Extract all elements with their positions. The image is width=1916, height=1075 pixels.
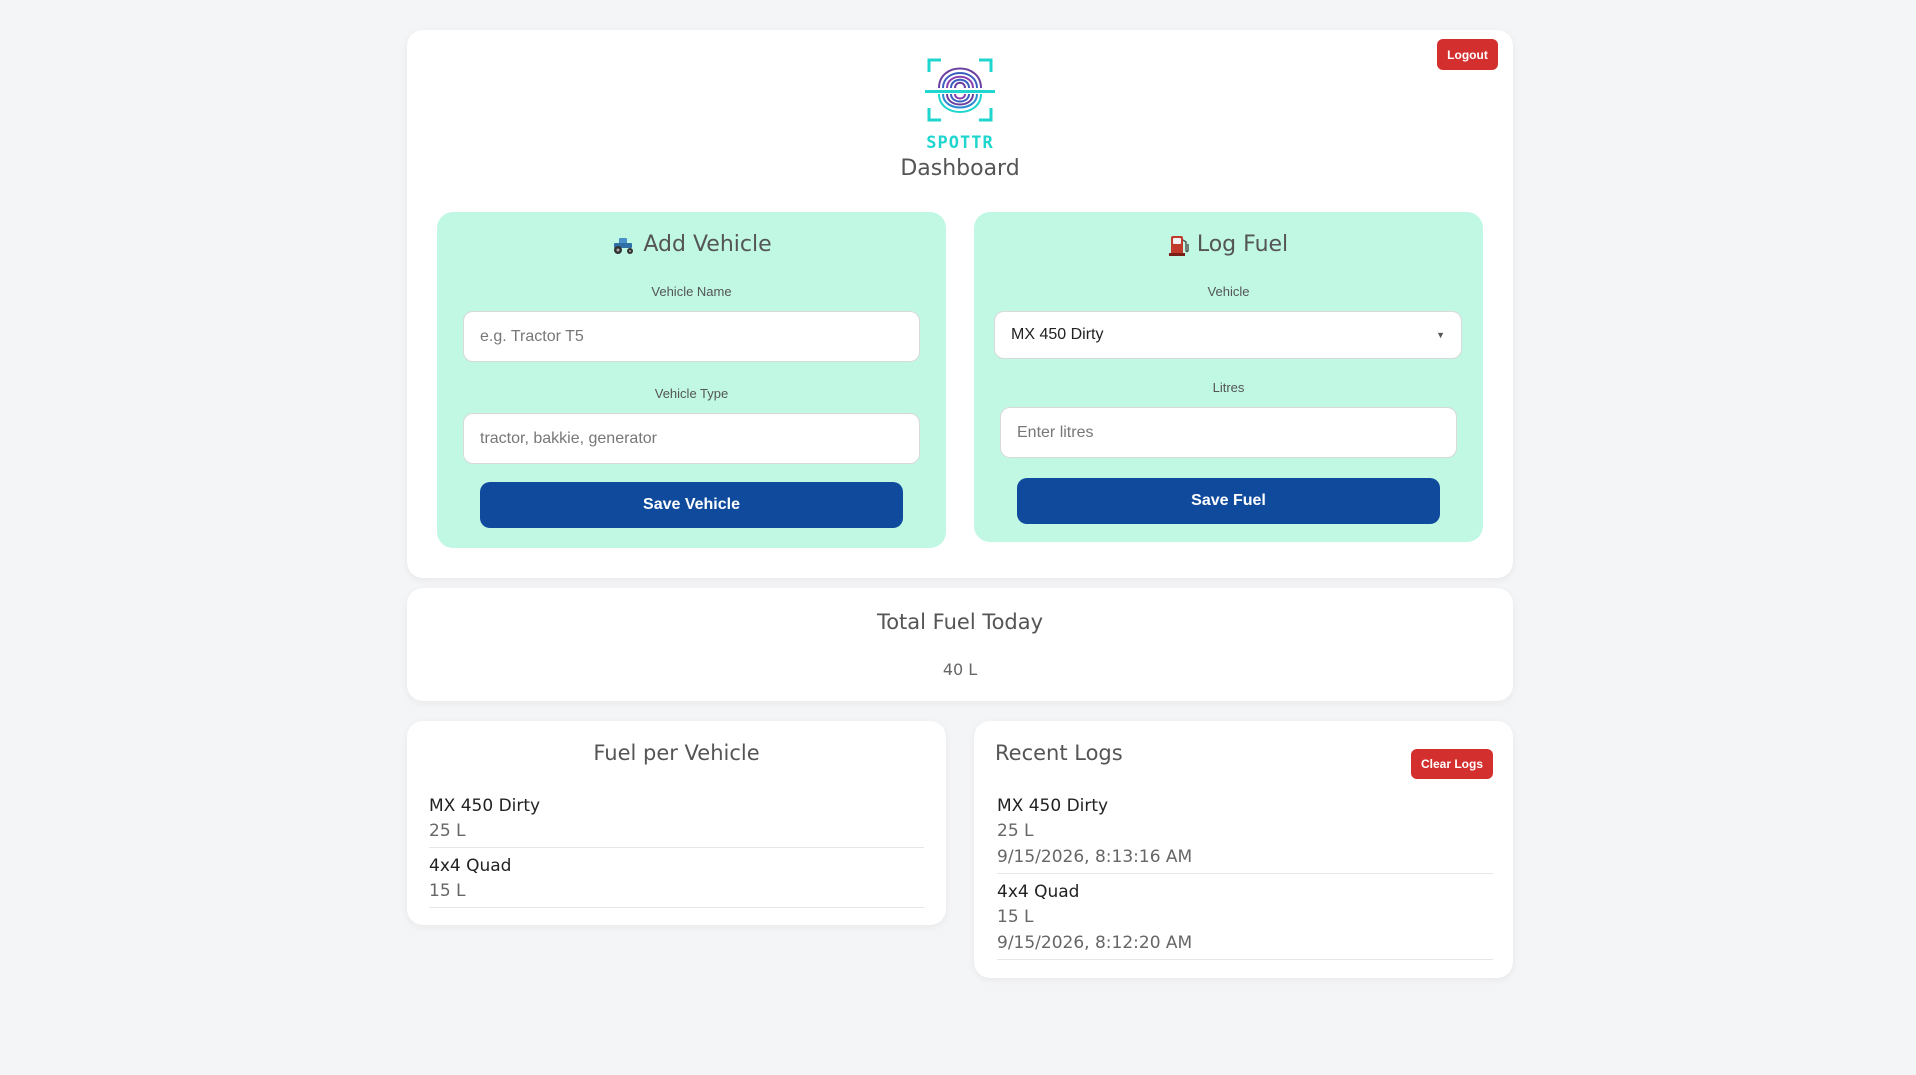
vehicle-name: 4x4 Quad [429,856,512,876]
vehicle-name-input[interactable] [463,311,920,362]
recent-logs-title: Recent Logs [995,741,1123,765]
vehicle-name: MX 450 Dirty [429,796,541,816]
logo-wordmark: SPOTTR [926,133,993,153]
vehicle-select-label: Vehicle [1207,284,1250,299]
recent-logs-card: Recent Logs Clear Logs MX 450 Dirty 25 L… [974,721,1513,978]
list-item: 4x4 Quad 15 L 9/15/2026, 8:12:20 AM [997,880,1493,960]
log-vehicle-name: 4x4 Quad [997,882,1080,902]
list-item: MX 450 Dirty 25 L 9/15/2026, 8:13:16 AM [997,794,1493,874]
vehicle-fuel-amount: 25 L [429,821,466,841]
spottr-logo: SPOTTR [917,48,1003,156]
list-item: 4x4 Quad 15 L [429,854,924,908]
add-vehicle-title: Add Vehicle [643,232,772,257]
vehicle-select[interactable]: MX 450 Dirty ▼ [994,311,1462,359]
vehicle-type-label: Vehicle Type [654,386,729,401]
add-vehicle-heading: Add Vehicle [437,232,946,257]
save-fuel-button[interactable]: Save Fuel [1017,478,1440,524]
log-fuel-title: Log Fuel [1196,232,1289,257]
vehicle-name-label: Vehicle Name [651,284,732,299]
fuel-per-vehicle-title: Fuel per Vehicle [593,741,760,765]
litres-input[interactable] [1000,407,1457,458]
logout-button[interactable]: Logout [1437,39,1498,70]
log-fuel-amount: 15 L [997,907,1034,927]
log-vehicle-name: MX 450 Dirty [997,796,1109,816]
litres-label: Litres [1212,380,1245,395]
fuel-per-vehicle-card: Fuel per Vehicle MX 450 Dirty 25 L 4x4 Q… [407,721,946,925]
tractor-icon [614,237,634,254]
log-fuel-heading: Log Fuel [974,232,1483,257]
save-vehicle-button[interactable]: Save Vehicle [480,482,903,528]
list-item: MX 450 Dirty 25 L [429,794,924,848]
total-fuel-value: 40 L [942,660,978,679]
log-fuel-panel: Log Fuel Vehicle MX 450 Dirty ▼ Litres S… [974,212,1483,542]
log-fuel-amount: 25 L [997,821,1034,841]
clear-logs-button[interactable]: Clear Logs [1411,749,1493,779]
recent-logs-list: MX 450 Dirty 25 L 9/15/2026, 8:13:16 AM … [997,794,1493,966]
vehicle-fuel-amount: 15 L [429,881,466,901]
fuel-pump-icon [1168,235,1189,256]
vehicle-select-value: MX 450 Dirty [1011,326,1104,343]
main-card: Logout SPOTTR Dashboard Add Vehicle Vehi… [407,30,1513,578]
log-timestamp: 9/15/2026, 8:12:20 AM [997,933,1193,953]
add-vehicle-panel: Add Vehicle Vehicle Name Vehicle Type Sa… [437,212,946,548]
log-timestamp: 9/15/2026, 8:13:16 AM [997,847,1193,867]
total-fuel-title: Total Fuel Today [876,610,1044,634]
chevron-down-icon: ▼ [1436,330,1445,340]
fingerprint-logo-icon: SPOTTR [925,58,995,153]
vehicle-type-input[interactable] [463,413,920,464]
total-fuel-card: Total Fuel Today 40 L [407,588,1513,701]
page-title: Dashboard [900,156,1020,181]
fuel-per-vehicle-list: MX 450 Dirty 25 L 4x4 Quad 15 L [429,794,924,914]
